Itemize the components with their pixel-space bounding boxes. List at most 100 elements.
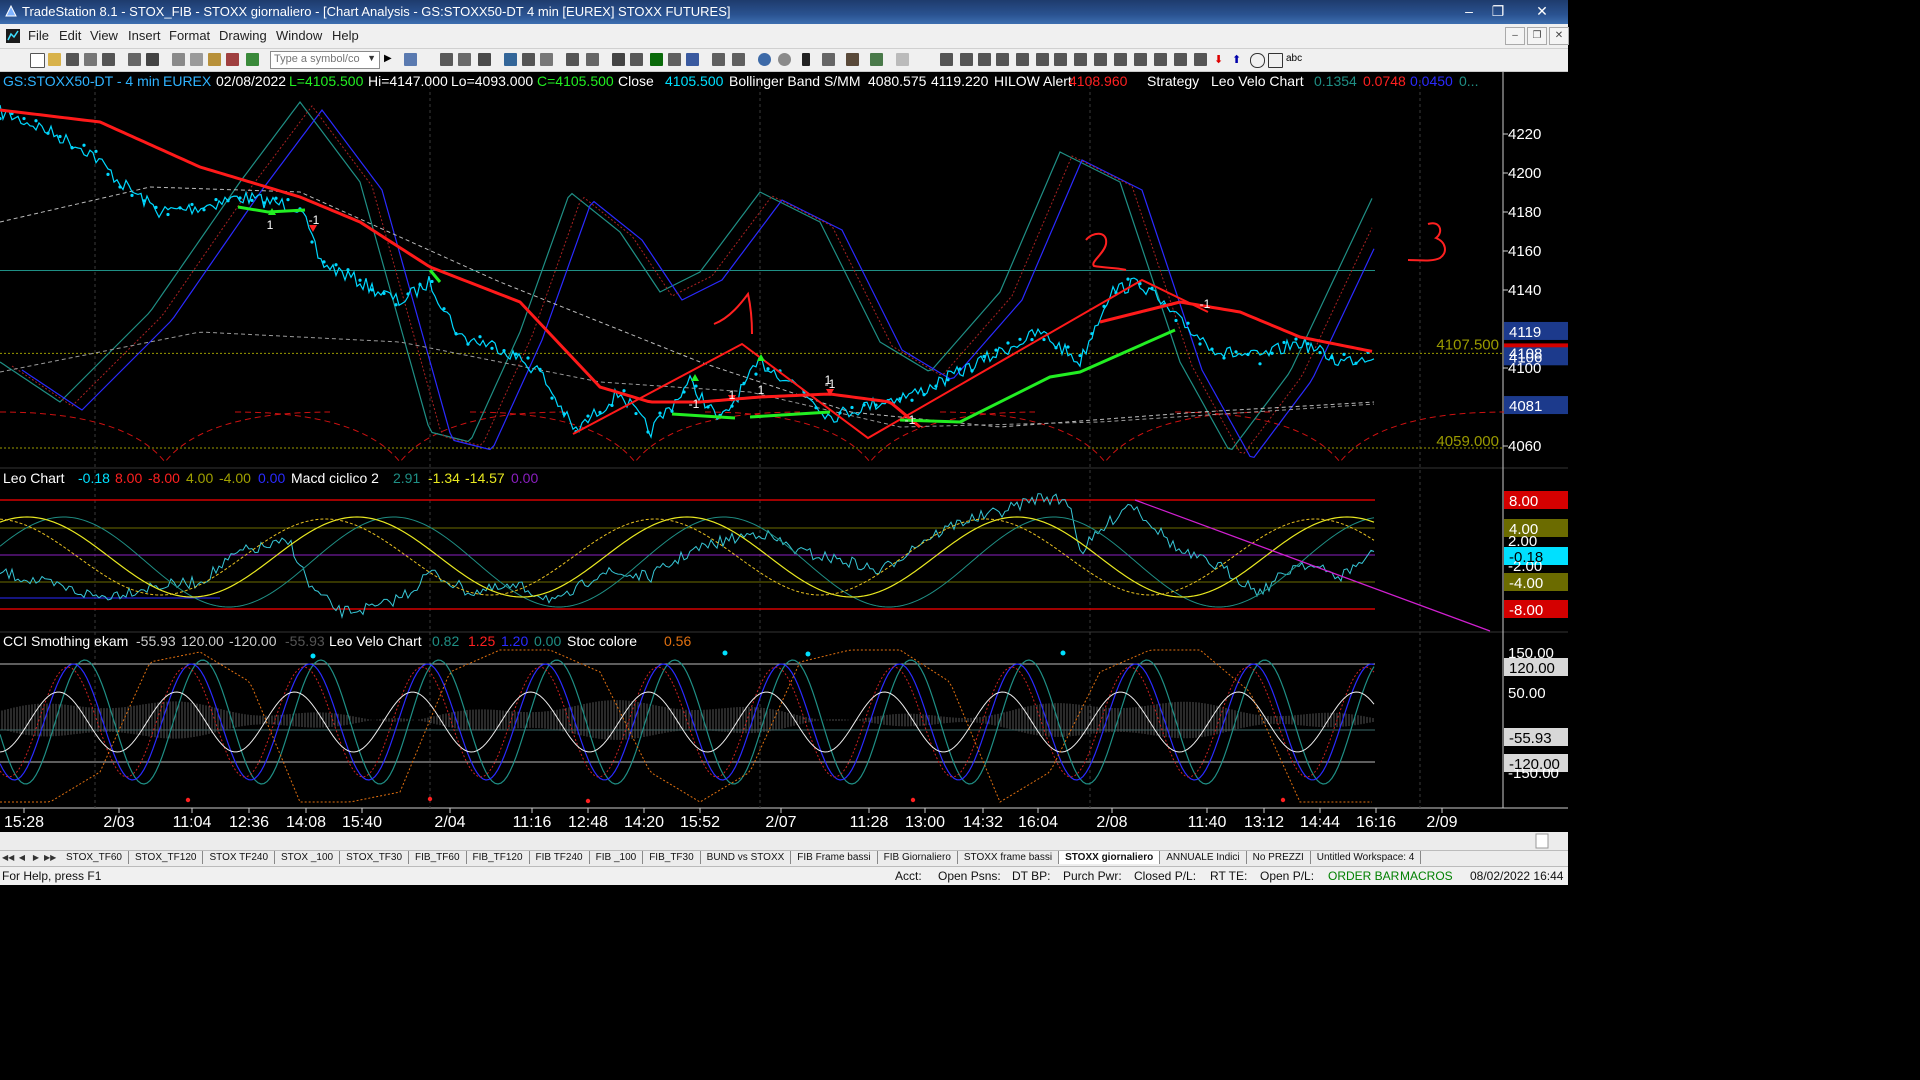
chart-analysis-window[interactable]: 1 -1 -1 1 1 -1 -1 -1 1 GS:STOXX50-DT - 4 min EUREX… <box>0 72 1568 850</box>
tab-prev-icon[interactable]: ◀ <box>16 852 28 864</box>
quote-icon[interactable] <box>404 53 417 66</box>
workspace-tab[interactable]: FIB _100 <box>590 851 644 864</box>
scroll-right-icon[interactable] <box>732 53 745 66</box>
strategy-icon[interactable] <box>668 53 681 66</box>
paste-icon[interactable] <box>208 53 221 66</box>
arrow-both-icon[interactable] <box>1114 53 1127 66</box>
open-icon[interactable] <box>48 53 61 66</box>
status-order-bar[interactable]: ORDER BAR <box>1328 869 1399 883</box>
channel-icon[interactable] <box>1094 53 1107 66</box>
macro-icon[interactable] <box>246 53 259 66</box>
price-dot <box>634 411 638 416</box>
workspace-tab[interactable]: FIB_TF60 <box>409 851 467 864</box>
maximize-button[interactable]: ❐ <box>1485 1 1511 21</box>
andrews-icon[interactable] <box>1036 53 1049 66</box>
workspace-tab[interactable]: STOX_TF30 <box>340 851 410 864</box>
mdi-minimize-button[interactable]: – <box>1505 27 1525 45</box>
close-button[interactable]: ✕ <box>1522 1 1562 21</box>
mdi-restore-button[interactable]: ❐ <box>1527 27 1547 45</box>
workspace-tab[interactable]: Untitled Workspace: 4 <box>1311 851 1422 864</box>
text-tool-icon[interactable]: abc <box>1286 53 1306 66</box>
scroll-left-icon[interactable] <box>712 53 725 66</box>
status-macros[interactable]: MACROS <box>1400 869 1453 883</box>
fib-time-icon[interactable] <box>1134 53 1147 66</box>
regression-icon[interactable] <box>1074 53 1087 66</box>
drawing-icon[interactable] <box>870 53 883 66</box>
minimize-button[interactable]: – <box>1456 1 1482 21</box>
mdi-close-button[interactable]: ✕ <box>1549 27 1569 45</box>
tab-next-icon[interactable]: ▶ <box>30 852 42 864</box>
chevron-down-icon[interactable]: ▼ <box>367 53 376 63</box>
ellipse-icon[interactable] <box>1250 53 1265 68</box>
tools-icon[interactable] <box>846 53 859 66</box>
workspace-tab[interactable]: BUND vs STOXX <box>701 851 792 864</box>
workspace-tab[interactable]: No PREZZI <box>1247 851 1311 864</box>
radar-icon[interactable] <box>458 53 471 66</box>
pointer-icon[interactable] <box>802 53 810 66</box>
workspace-tab[interactable]: FIB TF240 <box>530 851 590 864</box>
arc-icon[interactable] <box>1154 53 1167 66</box>
candle-icon[interactable] <box>630 53 643 66</box>
workspace-tab[interactable]: STOXX frame bassi <box>958 851 1060 864</box>
horizontal-line-icon[interactable] <box>960 53 973 66</box>
workspace-tab[interactable]: STOX_TF120 <box>129 851 204 864</box>
menu-insert[interactable]: Insert <box>128 28 161 43</box>
chart-icon[interactable] <box>440 53 453 66</box>
close-doc-icon[interactable] <box>102 53 115 66</box>
workspace-tab[interactable]: STOXX giornaliero <box>1059 851 1161 864</box>
price-chart[interactable]: 1 -1-111-1-1-11GS:STOXX50-DT - 4 min EUREX… <box>0 72 1568 850</box>
arrow-down-icon[interactable]: ⬇ <box>1214 53 1223 66</box>
curve-icon[interactable] <box>1194 53 1207 66</box>
chart-window-icon[interactable] <box>5 28 21 44</box>
scanner-icon[interactable] <box>504 53 517 66</box>
menu-edit[interactable]: Edit <box>59 28 81 43</box>
arrow-up-icon[interactable]: ⬆ <box>1232 53 1241 66</box>
fibonacci-icon[interactable] <box>996 53 1009 66</box>
symbol-input[interactable] <box>271 52 366 66</box>
pen-icon[interactable] <box>1174 53 1187 66</box>
rectangle-icon[interactable] <box>1268 53 1283 68</box>
workspace-tab[interactable]: FIB_TF120 <box>467 851 530 864</box>
news-icon[interactable] <box>522 53 535 66</box>
window-tile-icon[interactable] <box>566 53 579 66</box>
matrix-icon[interactable] <box>478 53 491 66</box>
print-preview-icon[interactable] <box>128 53 141 66</box>
gann-icon[interactable] <box>1054 53 1067 66</box>
zoom-in-icon[interactable] <box>758 53 771 66</box>
tab-last-icon[interactable]: ▶▶ <box>44 852 56 864</box>
bar-chart-icon[interactable] <box>612 53 625 66</box>
play-icon[interactable]: ▶ <box>384 53 394 66</box>
menu-format[interactable]: Format <box>169 28 210 43</box>
workspace-tab[interactable]: STOX_TF60 <box>60 851 129 864</box>
tab-first-icon[interactable]: ◀◀ <box>2 852 14 864</box>
crosshair-icon[interactable] <box>822 53 835 66</box>
symbol-input-box[interactable]: ▼ <box>270 51 380 69</box>
zoom-out-icon[interactable] <box>778 53 791 66</box>
format-icon[interactable] <box>226 53 239 66</box>
menu-help[interactable]: Help <box>332 28 359 43</box>
vertical-line-icon[interactable] <box>978 53 991 66</box>
speed-lines-icon[interactable] <box>1016 53 1029 66</box>
copy-icon[interactable] <box>190 53 203 66</box>
print-icon[interactable] <box>146 53 159 66</box>
paintbar-icon[interactable] <box>686 53 699 66</box>
workspace-tab[interactable]: FIB_TF30 <box>643 851 701 864</box>
workspace-tab[interactable]: STOX TF240 <box>203 851 276 864</box>
menu-drawing[interactable]: Drawing <box>219 28 267 43</box>
trendline-icon[interactable] <box>940 53 953 66</box>
cut-icon[interactable] <box>172 53 185 66</box>
indicator-icon[interactable] <box>650 53 663 66</box>
menu-view[interactable]: View <box>90 28 118 43</box>
workspace-tab[interactable]: ANNUALE Indici <box>1160 851 1247 864</box>
save-all-icon[interactable] <box>84 53 97 66</box>
options-icon[interactable] <box>540 53 553 66</box>
workspace-tab[interactable]: FIB Giornaliero <box>878 851 958 864</box>
price-dot <box>1150 286 1154 290</box>
menu-file[interactable]: File <box>28 28 49 43</box>
new-icon[interactable] <box>30 53 45 68</box>
window-cascade-icon[interactable] <box>586 53 599 66</box>
menu-window[interactable]: Window <box>276 28 322 43</box>
workspace-tab[interactable]: FIB Frame bassi <box>791 851 878 864</box>
save-icon[interactable] <box>66 53 79 66</box>
workspace-tab[interactable]: STOX _100 <box>275 851 341 864</box>
